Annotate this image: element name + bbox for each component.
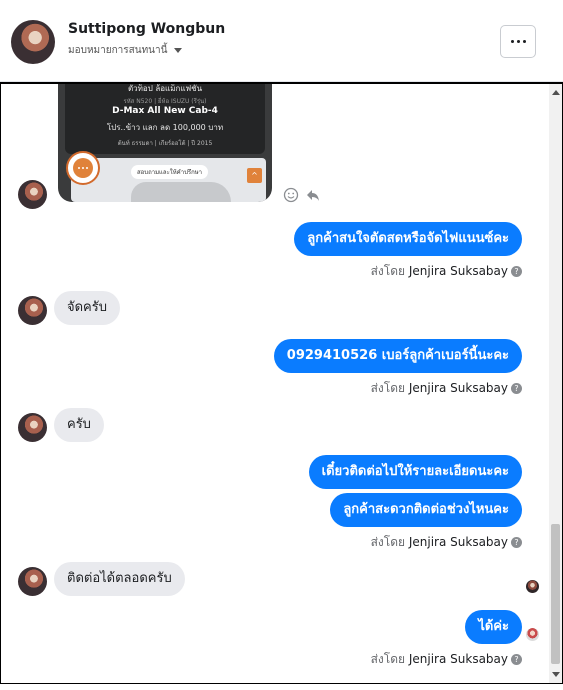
message-thread[interactable]: ตัวท็อป ล้อแม็กแฟชั่น รหัส N520 | ยี่ห้อ… (0, 82, 563, 684)
outgoing-message[interactable]: เดี๋ยวติดต่อไปให้รายละเอียดนะคะ (308, 455, 522, 489)
sent-by-label: ส่งโดย Jenjira Suksabay? (371, 262, 522, 281)
conversation-header: Suttipong Wongbun มอบหมายการสนทนานี้ (0, 0, 563, 82)
scroll-down-arrow-icon[interactable] (552, 672, 560, 677)
ad-car-image: สอบถามและให้คำปรึกษา ^ (71, 158, 266, 202)
assign-conversation-dropdown[interactable]: มอบหมายการสนทนานี้ (68, 43, 183, 58)
incoming-message[interactable]: ติดต่อได้ตลอดครับ (54, 562, 185, 596)
more-options-icon (510, 40, 514, 43)
customer-avatar (18, 413, 47, 442)
ad-cta-pill: สอบถามและให้คำปรึกษา (131, 165, 209, 179)
assign-label: มอบหมายการสนทนานี้ (68, 45, 168, 56)
message-actions (283, 187, 321, 203)
customer-avatar (18, 296, 47, 325)
emoji-icon[interactable] (283, 187, 299, 203)
car-icon (131, 182, 231, 202)
ad-offer-text: โปร..ข้าว แลก ลด 100,000 บาท (106, 123, 224, 132)
seen-indicator-avatar (526, 580, 539, 593)
sent-by-label: ส่งโดย Jenjira Suksabay? (371, 379, 522, 398)
ad-info-panel: ตัวท็อป ล้อแม็กแฟชั่น รหัส N520 | ยี่ห้อ… (65, 84, 265, 154)
chat-icon (66, 151, 100, 185)
read-receipt-avatar (526, 628, 539, 641)
ad-meta-text: ต้นท์ ธรรมดา | เกียร์ออโต้ | ปี 2015 (117, 140, 213, 147)
ad-spec-text: รหัส N520 | ยี่ห้อ ISUZU (รีรุ่น) (123, 98, 207, 105)
outgoing-message[interactable]: 0929410526 เบอร์ลูกค้าเบอร์นี้นะคะ (273, 339, 522, 373)
customer-avatar (18, 567, 47, 596)
more-options-button[interactable] (500, 25, 536, 58)
customer-avatar (18, 180, 47, 209)
scrollbar[interactable] (549, 84, 562, 683)
outgoing-message[interactable]: ลูกค้าสะดวกติดต่อช่วงไหนคะ (330, 493, 522, 527)
ad-model-text: D-Max All New Cab-4 (112, 106, 218, 116)
customer-avatar[interactable] (11, 20, 55, 64)
reply-icon[interactable] (305, 187, 321, 203)
outgoing-message[interactable]: ได้ค่ะ (465, 610, 522, 644)
sent-by-label: ส่งโดย Jenjira Suksabay? (371, 533, 522, 552)
info-icon[interactable]: ? (511, 266, 522, 277)
ad-promo-text: ตัวท็อป ล้อแม็กแฟชั่น (127, 84, 203, 93)
info-icon[interactable]: ? (511, 383, 522, 394)
scroll-up-arrow-icon[interactable] (552, 90, 560, 95)
outgoing-message[interactable]: ลูกค้าสนใจตัดสดหรือจัดไฟแนนซ์คะ (294, 222, 522, 256)
scroll-thumb[interactable] (551, 524, 560, 664)
scroll-top-icon: ^ (247, 168, 262, 183)
incoming-message[interactable]: ครับ (54, 408, 104, 442)
info-icon[interactable]: ? (511, 537, 522, 548)
ad-card[interactable]: ตัวท็อป ล้อแม็กแฟชั่น รหัส N520 | ยี่ห้อ… (58, 84, 272, 202)
info-icon[interactable]: ? (511, 654, 522, 665)
customer-name[interactable]: Suttipong Wongbun (68, 21, 225, 37)
incoming-message[interactable]: จัดครับ (54, 291, 120, 325)
chevron-down-icon (174, 48, 183, 53)
sent-by-label: ส่งโดย Jenjira Suksabay? (371, 650, 522, 669)
